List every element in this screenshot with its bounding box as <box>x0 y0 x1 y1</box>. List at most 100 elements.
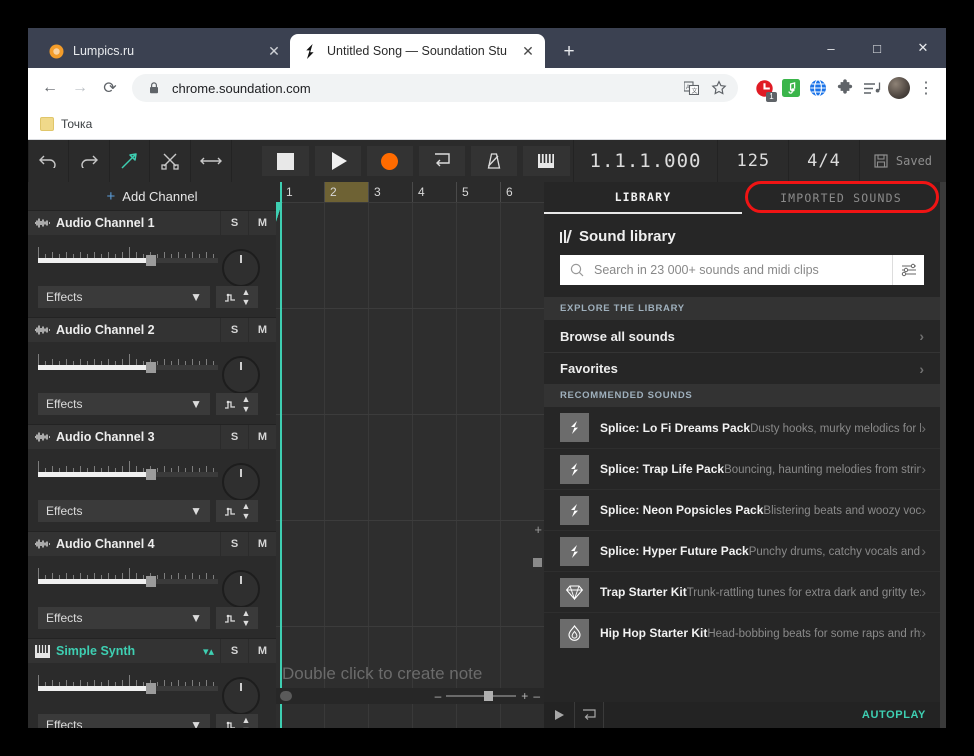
volume-fader[interactable] <box>38 675 218 694</box>
redo-icon[interactable] <box>69 140 110 182</box>
channel-header[interactable]: Simple Synth ▾▴ S M <box>28 639 276 663</box>
bookmark-item[interactable]: Точка <box>40 116 92 131</box>
browse-all-sounds-row[interactable]: Browse all sounds › <box>544 320 940 352</box>
preview-play-icon[interactable] <box>544 702 574 728</box>
maximize-button[interactable]: □ <box>854 28 900 68</box>
vertical-scrollbar-thumb[interactable] <box>533 558 542 567</box>
puzzle-extensions-icon[interactable] <box>833 76 857 100</box>
effects-dropdown[interactable]: Effects ▼ <box>38 500 210 522</box>
list-item[interactable]: Splice: Trap Life PackBouncing, haunting… <box>544 448 940 489</box>
browser-tab-lumpics[interactable]: Lumpics.ru ✕ <box>36 34 291 68</box>
mute-button[interactable]: M <box>248 211 276 235</box>
channel-header[interactable]: Audio Channel 3 SM <box>28 425 276 449</box>
fader-handle[interactable] <box>146 469 156 480</box>
solo-button[interactable]: S <box>220 639 248 663</box>
mute-button[interactable]: M <box>248 425 276 449</box>
forward-icon[interactable]: → <box>66 74 94 102</box>
resize-tool-icon[interactable] <box>191 140 232 182</box>
mute-button[interactable]: M <box>248 639 276 663</box>
automation-button[interactable]: ▲▼ <box>216 393 258 415</box>
music-extension-icon[interactable] <box>779 76 803 100</box>
timeline-ruler[interactable]: 1 2 3 4 5 6 <box>276 182 544 202</box>
automation-button[interactable]: ▲▼ <box>216 500 258 522</box>
channel-selector-icon[interactable]: ▾▴ <box>203 645 220 658</box>
fader-handle[interactable] <box>146 362 156 373</box>
media-list-icon[interactable] <box>860 76 884 100</box>
expand-rail-icon[interactable] <box>940 692 946 728</box>
pan-knob[interactable] <box>222 249 260 287</box>
zoom-slider-thumb[interactable] <box>484 691 494 701</box>
tab-library[interactable]: LIBRARY <box>544 182 742 214</box>
close-icon[interactable]: ✕ <box>519 44 537 58</box>
fader-handle[interactable] <box>146 576 156 587</box>
effects-dropdown[interactable]: Effects ▼ <box>38 286 210 308</box>
solo-button[interactable]: S <box>220 532 248 556</box>
fader-handle[interactable] <box>146 255 156 266</box>
solo-button[interactable]: S <box>220 318 248 342</box>
filter-sliders-icon[interactable] <box>892 255 924 285</box>
mute-button[interactable]: M <box>248 318 276 342</box>
avatar[interactable] <box>887 76 911 100</box>
mute-button[interactable]: M <box>248 532 276 556</box>
pan-knob[interactable] <box>222 463 260 501</box>
automation-button[interactable]: ▲▼ <box>216 714 258 728</box>
loop-button[interactable] <box>418 146 466 176</box>
adblock-extension-icon[interactable]: 1 <box>752 76 777 102</box>
translate-icon[interactable]: A文 <box>678 75 704 101</box>
arrangement-grid[interactable] <box>276 202 544 728</box>
volume-fader[interactable] <box>38 461 218 480</box>
pan-knob[interactable] <box>222 356 260 394</box>
scissors-tool-icon[interactable] <box>150 140 191 182</box>
close-icon[interactable]: ✕ <box>265 44 283 58</box>
list-item[interactable]: Hip Hop Starter KitHead-bobbing beats fo… <box>544 612 940 653</box>
vertical-zoom-in-button[interactable]: + <box>534 522 542 537</box>
tempo-value[interactable]: 125 <box>717 140 788 182</box>
play-button[interactable] <box>314 146 361 176</box>
pan-knob[interactable] <box>222 570 260 608</box>
back-icon[interactable]: ← <box>36 74 64 102</box>
browser-menu-icon[interactable]: ⋮ <box>914 76 938 100</box>
keyboard-button[interactable] <box>523 146 570 176</box>
zoom-in-button[interactable]: + <box>521 689 528 703</box>
collapse-button[interactable]: – <box>533 689 540 703</box>
metronome-button[interactable] <box>471 146 518 176</box>
save-status[interactable]: Saved <box>858 140 946 182</box>
horizontal-scrollbar-thumb[interactable] <box>280 691 292 701</box>
star-icon[interactable] <box>706 75 732 101</box>
zoom-slider[interactable] <box>446 691 517 701</box>
pan-knob[interactable] <box>222 677 260 715</box>
address-bar[interactable]: chrome.soundation.com A文 <box>132 74 738 102</box>
settings-sliders-rail-icon[interactable] <box>940 326 946 362</box>
arrangement-view[interactable]: 1 2 3 4 5 6 Double click to create note + – +… <box>276 182 544 728</box>
list-item[interactable]: Splice: Neon Popsicles PackBlistering be… <box>544 489 940 530</box>
favorites-row[interactable]: Favorites › <box>544 352 940 384</box>
add-channel-button[interactable]: + Add Channel <box>28 182 276 210</box>
preview-loop-icon[interactable] <box>574 702 604 728</box>
effects-dropdown[interactable]: Effects ▼ <box>38 607 210 629</box>
channel-header[interactable]: Audio Channel 1 SM <box>28 211 276 235</box>
volume-fader[interactable] <box>38 354 218 373</box>
solo-button[interactable]: S <box>220 425 248 449</box>
list-item[interactable]: Splice: Lo Fi Dreams PackDusty hooks, mu… <box>544 407 940 448</box>
help-rail-icon[interactable]: ? <box>940 290 946 326</box>
time-signature[interactable]: 4/4 <box>788 140 859 182</box>
volume-fader[interactable] <box>38 247 218 266</box>
channel-header[interactable]: Audio Channel 4 SM <box>28 532 276 556</box>
reload-icon[interactable]: ⟳ <box>96 74 124 102</box>
effects-dropdown[interactable]: Effects ▼ <box>38 393 210 415</box>
pointer-tool-icon[interactable] <box>110 140 151 182</box>
list-item[interactable]: Splice: Hyper Future PackPunchy drums, c… <box>544 530 940 571</box>
export-arrow-rail-icon[interactable] <box>940 254 946 290</box>
autoplay-toggle[interactable]: AUTOPLAY <box>862 709 926 721</box>
browser-tab-soundation[interactable]: Untitled Song — Soundation Stu ✕ <box>290 34 545 68</box>
playhead-position[interactable]: 1.1.1.000 <box>572 140 718 182</box>
volume-fader[interactable] <box>38 568 218 587</box>
channel-header[interactable]: Audio Channel 2 SM <box>28 318 276 342</box>
close-rail-icon[interactable]: ✕ <box>940 656 946 692</box>
tab-imported-sounds[interactable]: IMPORTED SOUNDS <box>742 182 940 214</box>
automation-button[interactable]: ▲▼ <box>216 607 258 629</box>
folder-rail-icon[interactable] <box>940 218 946 254</box>
list-item[interactable]: Trap Starter KitTrunk-rattling tunes for… <box>544 571 940 612</box>
automation-button[interactable]: ▲▼ <box>216 286 258 308</box>
stop-button[interactable] <box>262 146 309 176</box>
